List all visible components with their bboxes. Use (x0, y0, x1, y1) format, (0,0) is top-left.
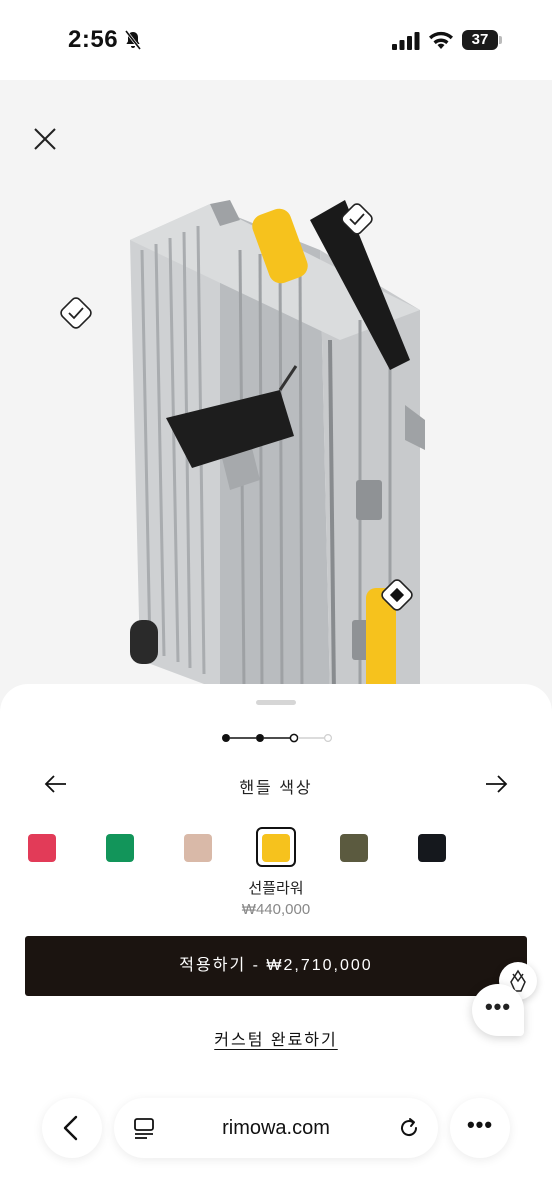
chat-dots-icon: ••• (484, 994, 512, 1019)
browser-toolbar: rimowa.com ••• (0, 1082, 552, 1200)
finish-custom-label[interactable]: 커스텀 완료하기 (214, 1032, 338, 1049)
page-menu-icon[interactable] (132, 1116, 156, 1140)
status-bar: 2:56 37 (0, 0, 552, 80)
color-swatch-5[interactable] (340, 834, 368, 862)
selected-color-name: 선플라워 (248, 880, 304, 897)
sheet-grabber[interactable] (256, 700, 296, 705)
wifi-icon (429, 31, 453, 49)
handle-checked-hotspot-icon[interactable] (338, 200, 376, 238)
apply-button[interactable]: 적용하기 - ₩2,710,000 (25, 936, 527, 996)
step-dot-4 (323, 733, 332, 743)
selected-swatch-ring (256, 827, 296, 867)
rimowa-configurator-screen: 2:56 37 핸들 색상 선플라워 ₩440,000 적용하기 - ₩2,71… (0, 0, 552, 1200)
side-handle-active-hotspot-icon[interactable] (378, 576, 416, 614)
silent-bell-icon (124, 30, 142, 50)
color-swatch-1[interactable] (28, 834, 56, 862)
arrow-right-icon[interactable] (482, 770, 510, 798)
color-swatch-6[interactable] (418, 834, 446, 862)
progress-stepper (222, 733, 332, 743)
option-title: 핸들 색상 (239, 780, 313, 797)
cellular-signal-icon (392, 32, 420, 50)
battery-icon: 37 (462, 30, 502, 50)
battery-level: 37 (462, 30, 498, 50)
step-dot-1 (222, 734, 230, 742)
step-dot-3 (289, 733, 299, 743)
browser-back-button[interactable] (42, 1098, 102, 1158)
more-dots-icon: ••• (466, 1112, 494, 1137)
reload-icon[interactable] (396, 1115, 422, 1141)
selected-color-price: ₩440,000 (241, 901, 311, 918)
tag-checked-hotspot-icon[interactable] (57, 294, 95, 332)
address-bar[interactable]: rimowa.com (114, 1098, 438, 1158)
color-swatch-2[interactable] (106, 834, 134, 862)
finish-custom-link[interactable]: 커스텀 완료하기 (0, 1026, 552, 1050)
status-time: 2:56 (68, 26, 119, 53)
url-domain[interactable]: rimowa.com (174, 1117, 378, 1140)
chat-button[interactable]: ••• (472, 984, 524, 1036)
product-stage[interactable] (0, 80, 552, 720)
chevron-left-icon (63, 1115, 78, 1141)
browser-more-button[interactable]: ••• (450, 1098, 510, 1158)
option-nav: 핸들 색상 (0, 768, 552, 798)
step-dot-2 (256, 734, 264, 742)
color-swatch-3[interactable] (184, 834, 212, 862)
suitcase-image (130, 200, 425, 698)
close-icon[interactable] (30, 124, 60, 154)
color-swatch-list (0, 827, 552, 872)
